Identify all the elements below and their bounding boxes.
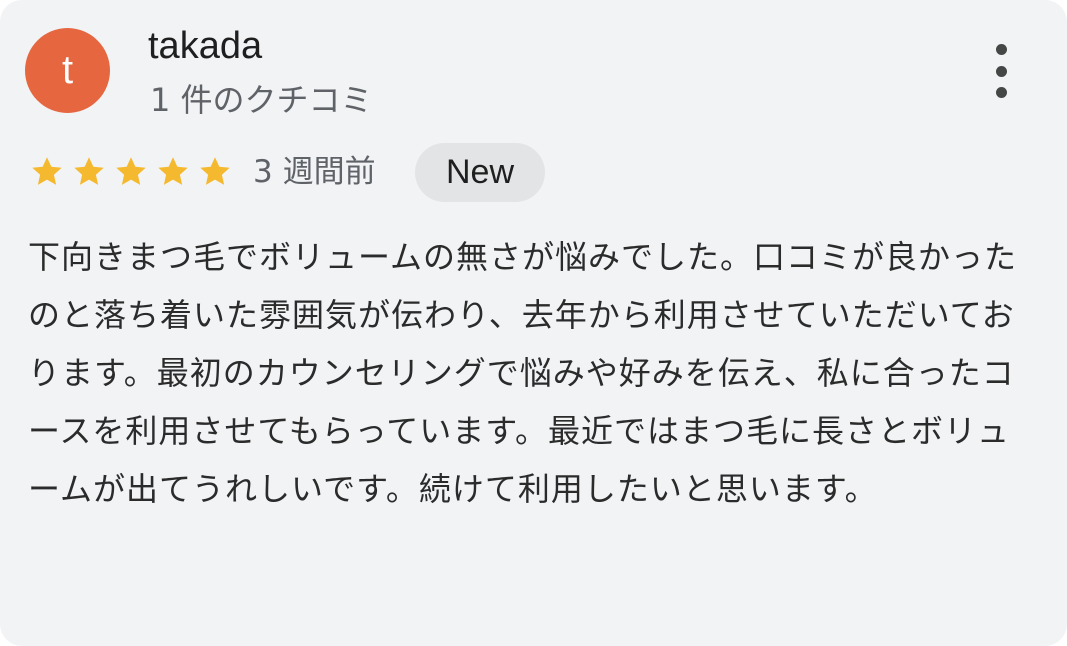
review-time: 3 週間前 — [253, 154, 376, 190]
more-vert-icon-dot — [995, 65, 1007, 77]
star-icon — [158, 157, 188, 185]
review-card: t takada 1 件のクチコミ 3 週間前 New 下向きまつ毛でボリューム… — [0, 0, 1067, 646]
avatar[interactable]: t — [25, 28, 110, 113]
star-icon — [200, 157, 230, 185]
new-badge: New — [415, 143, 545, 202]
star-icon — [74, 157, 104, 185]
reviewer-review-count: 1 件のクチコミ — [150, 81, 373, 119]
reviewer-name[interactable]: takada — [148, 22, 262, 70]
star-icon — [116, 157, 146, 185]
star-rating — [27, 154, 235, 190]
more-options-button[interactable] — [982, 42, 1020, 100]
review-text: 下向きまつ毛でボリュームの無さが悩みでした。口コミが良かったのと落ち着いた雰囲気… — [28, 238, 1018, 508]
more-vert-icon-dot — [995, 87, 1007, 98]
star-icon — [32, 157, 62, 185]
more-vert-icon — [995, 44, 1007, 55]
